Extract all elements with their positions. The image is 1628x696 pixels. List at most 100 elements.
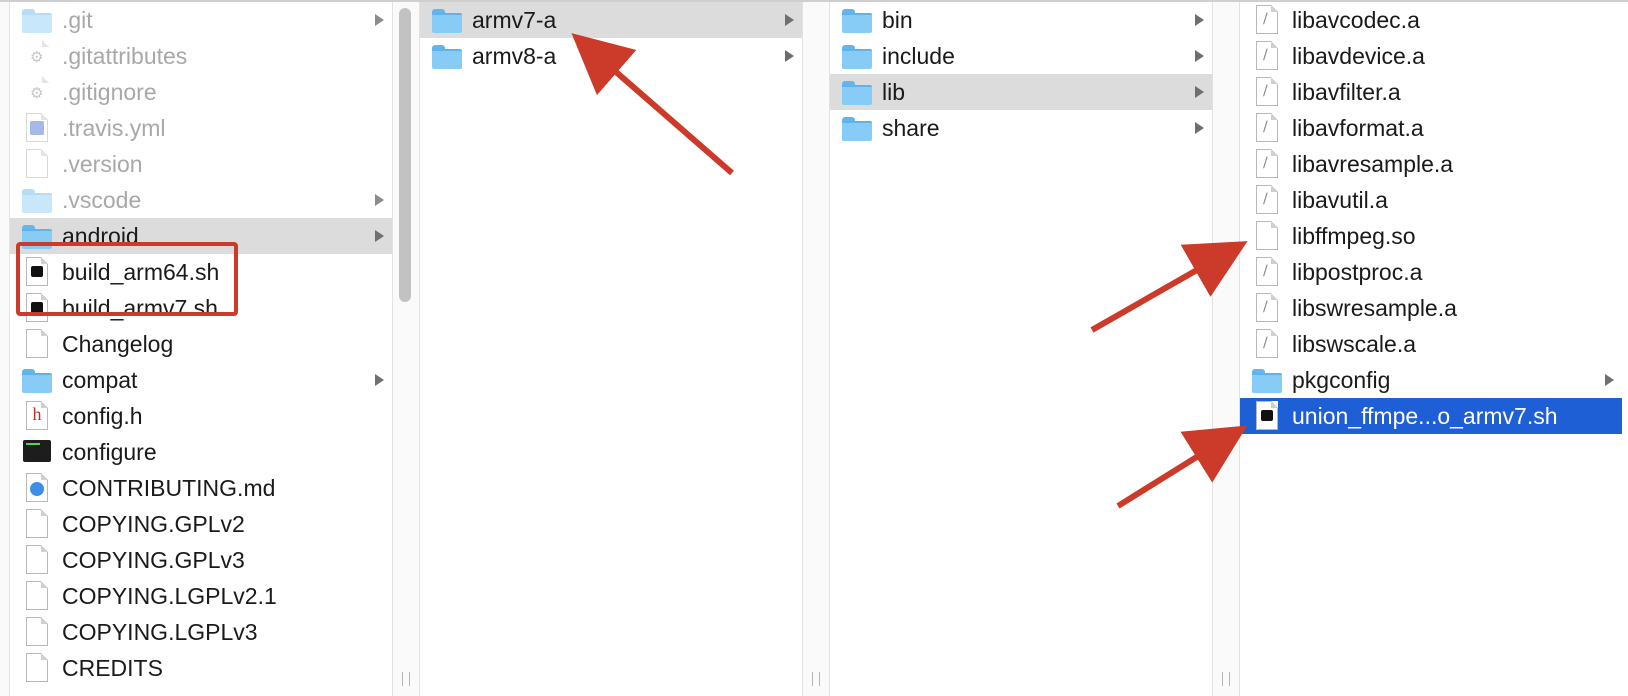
- archive-file-icon: /: [1256, 113, 1278, 142]
- disclosure-chevron-icon: [375, 230, 384, 242]
- disclosure-chevron-icon: [375, 14, 384, 26]
- finder-item-copying-lgplv3[interactable]: COPYING.LGPLv3: [10, 614, 392, 650]
- folder-icon: [22, 369, 52, 393]
- folder-icon: [432, 45, 462, 69]
- column-resize-handle[interactable]: [1222, 672, 1230, 686]
- finder-item-armv7-a[interactable]: armv7-a: [420, 2, 802, 38]
- gear-file-icon: ⚙: [26, 40, 49, 70]
- vertical-scrollbar-thumb[interactable]: [399, 8, 411, 302]
- column-divider-2[interactable]: [802, 2, 830, 696]
- finder-item-vscode[interactable]: .vscode: [10, 182, 392, 218]
- archive-file-icon: /: [1256, 293, 1278, 322]
- finder-item-copying-lgplv2-1[interactable]: COPYING.LGPLv2.1: [10, 578, 392, 614]
- highlight-box-build-scripts: [16, 242, 238, 316]
- item-label: libavformat.a: [1292, 115, 1424, 141]
- item-label: .travis.yml: [62, 115, 166, 141]
- item-label: bin: [882, 7, 913, 33]
- archive-file-icon: /: [1256, 329, 1278, 358]
- item-label: .gitignore: [62, 79, 157, 105]
- finder-item-gitattributes[interactable]: ⚙ .gitattributes: [10, 38, 392, 74]
- item-label: compat: [62, 367, 138, 393]
- finder-item-libavresample-a[interactable]: / libavresample.a: [1240, 146, 1622, 182]
- finder-item-share[interactable]: share: [830, 110, 1212, 146]
- finder-item-changelog[interactable]: Changelog: [10, 326, 392, 362]
- item-label: libffmpeg.so: [1292, 223, 1416, 249]
- item-label: libavresample.a: [1292, 151, 1454, 177]
- finder-item-include[interactable]: include: [830, 38, 1212, 74]
- finder-item-gitignore[interactable]: ⚙ .gitignore: [10, 74, 392, 110]
- finder-item-libavdevice-a[interactable]: / libavdevice.a: [1240, 38, 1622, 74]
- yml-file-icon: [26, 113, 48, 142]
- disclosure-chevron-icon: [785, 14, 794, 26]
- disclosure-chevron-icon: [1195, 14, 1204, 26]
- finder-item-git[interactable]: .git: [10, 2, 392, 38]
- item-label: libavutil.a: [1292, 187, 1388, 213]
- document-icon: [26, 329, 48, 358]
- left-edge-gutter: [0, 2, 10, 696]
- item-label: armv7-a: [472, 7, 557, 33]
- finder-item-copying-gplv3[interactable]: COPYING.GPLv3: [10, 542, 392, 578]
- column-lib[interactable]: / libavcodec.a / libavdevice.a / libavfilter.…: [1240, 2, 1622, 696]
- finder-item-lib[interactable]: lib: [830, 74, 1212, 110]
- finder-item-travis-yml[interactable]: .travis.yml: [10, 110, 392, 146]
- item-label: share: [882, 115, 940, 141]
- item-label: Changelog: [62, 331, 174, 357]
- item-label: .vscode: [62, 187, 142, 213]
- finder-item-bin[interactable]: bin: [830, 2, 1212, 38]
- archive-file-icon: /: [1256, 41, 1278, 70]
- disclosure-chevron-icon: [1195, 50, 1204, 62]
- finder-item-contributing-md[interactable]: CONTRIBUTING.md: [10, 470, 392, 506]
- terminal-exec-icon: [23, 440, 51, 462]
- item-label: include: [882, 43, 955, 69]
- column-android[interactable]: armv7-a armv8-a: [420, 2, 802, 696]
- column-root[interactable]: .git ⚙ .gitattributes ⚙ .gitignore .travis.ym…: [10, 2, 392, 696]
- finder-item-libpostproc-a[interactable]: / libpostproc.a: [1240, 254, 1622, 290]
- item-label: COPYING.GPLv2: [62, 511, 245, 537]
- item-label: union_ffmpe...o_armv7.sh: [1292, 403, 1558, 429]
- document-icon: [1256, 221, 1278, 250]
- column-armv7-a[interactable]: bin include lib share: [830, 2, 1212, 696]
- item-label: config.h: [62, 403, 143, 429]
- finder-item-copying-gplv2[interactable]: COPYING.GPLv2: [10, 506, 392, 542]
- disclosure-chevron-icon: [375, 374, 384, 386]
- disclosure-chevron-icon: [1195, 122, 1204, 134]
- document-icon: [26, 617, 48, 646]
- finder-item-union-ffmpe-o-armv7-sh[interactable]: union_ffmpe...o_armv7.sh: [1240, 398, 1622, 434]
- disclosure-chevron-icon: [375, 194, 384, 206]
- archive-file-icon: /: [1256, 185, 1278, 214]
- document-icon: [26, 545, 48, 574]
- folder-icon: [842, 9, 872, 33]
- item-label: COPYING.GPLv3: [62, 547, 245, 573]
- item-label: CREDITS: [62, 655, 163, 681]
- finder-item-libswresample-a[interactable]: / libswresample.a: [1240, 290, 1622, 326]
- document-icon: [26, 653, 48, 682]
- finder-item-libswscale-a[interactable]: / libswscale.a: [1240, 326, 1622, 362]
- item-label: libavfilter.a: [1292, 79, 1401, 105]
- item-label: libswresample.a: [1292, 295, 1457, 321]
- archive-file-icon: /: [1256, 257, 1278, 286]
- finder-item-credits[interactable]: CREDITS: [10, 650, 392, 686]
- finder-item-libavformat-a[interactable]: / libavformat.a: [1240, 110, 1622, 146]
- finder-item-compat[interactable]: compat: [10, 362, 392, 398]
- item-label: CONTRIBUTING.md: [62, 475, 276, 501]
- folder-icon: [842, 81, 872, 105]
- finder-item-libavutil-a[interactable]: / libavutil.a: [1240, 182, 1622, 218]
- item-label: lib: [882, 79, 906, 105]
- item-label: configure: [62, 439, 157, 465]
- document-icon: [26, 149, 48, 178]
- finder-item-version[interactable]: .version: [10, 146, 392, 182]
- finder-item-libavcodec-a[interactable]: / libavcodec.a: [1240, 2, 1622, 38]
- finder-item-config-h[interactable]: h config.h: [10, 398, 392, 434]
- finder-item-pkgconfig[interactable]: pkgconfig: [1240, 362, 1622, 398]
- column-divider-1[interactable]: [392, 2, 420, 696]
- finder-item-libffmpeg-so[interactable]: libffmpeg.so: [1240, 218, 1622, 254]
- finder-item-configure[interactable]: configure: [10, 434, 392, 470]
- finder-item-libavfilter-a[interactable]: / libavfilter.a: [1240, 74, 1622, 110]
- item-label: .version: [62, 151, 143, 177]
- column-resize-handle[interactable]: [812, 672, 820, 686]
- finder-item-armv8-a[interactable]: armv8-a: [420, 38, 802, 74]
- item-label: COPYING.LGPLv2.1: [62, 583, 277, 609]
- column-divider-3[interactable]: [1212, 2, 1240, 696]
- column-resize-handle[interactable]: [402, 672, 410, 686]
- folder-icon: [842, 45, 872, 69]
